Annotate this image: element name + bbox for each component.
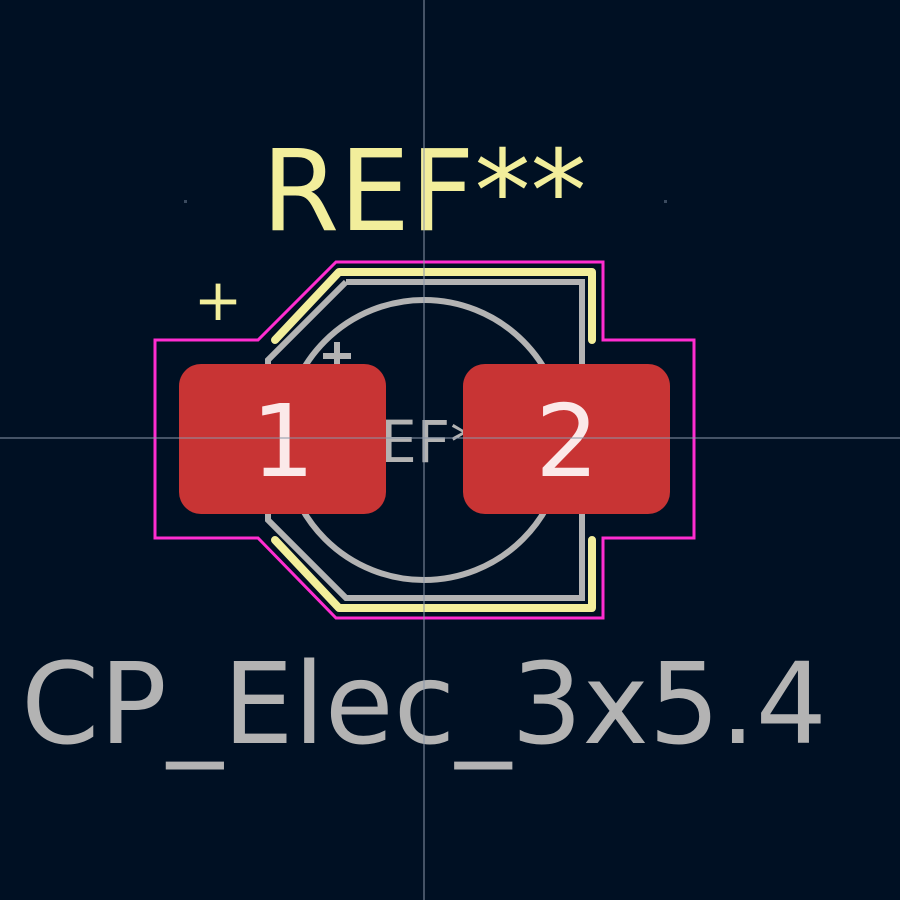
pad-2[interactable]: 2 (463, 364, 670, 514)
pcb-canvas[interactable]: REF** + REF** 1 2 CP_Elec_3x5.4 (0, 0, 900, 900)
silk-polarity-plus-icon: + (194, 266, 243, 334)
pad-1[interactable]: 1 (179, 364, 386, 514)
grid-dot (664, 200, 667, 203)
pad-1-number: 1 (251, 383, 315, 500)
pad-2-number: 2 (535, 383, 599, 500)
footprint-view[interactable]: REF** + REF** 1 2 CP_Elec_3x5.4 (0, 0, 900, 900)
grid-dot (184, 200, 187, 203)
